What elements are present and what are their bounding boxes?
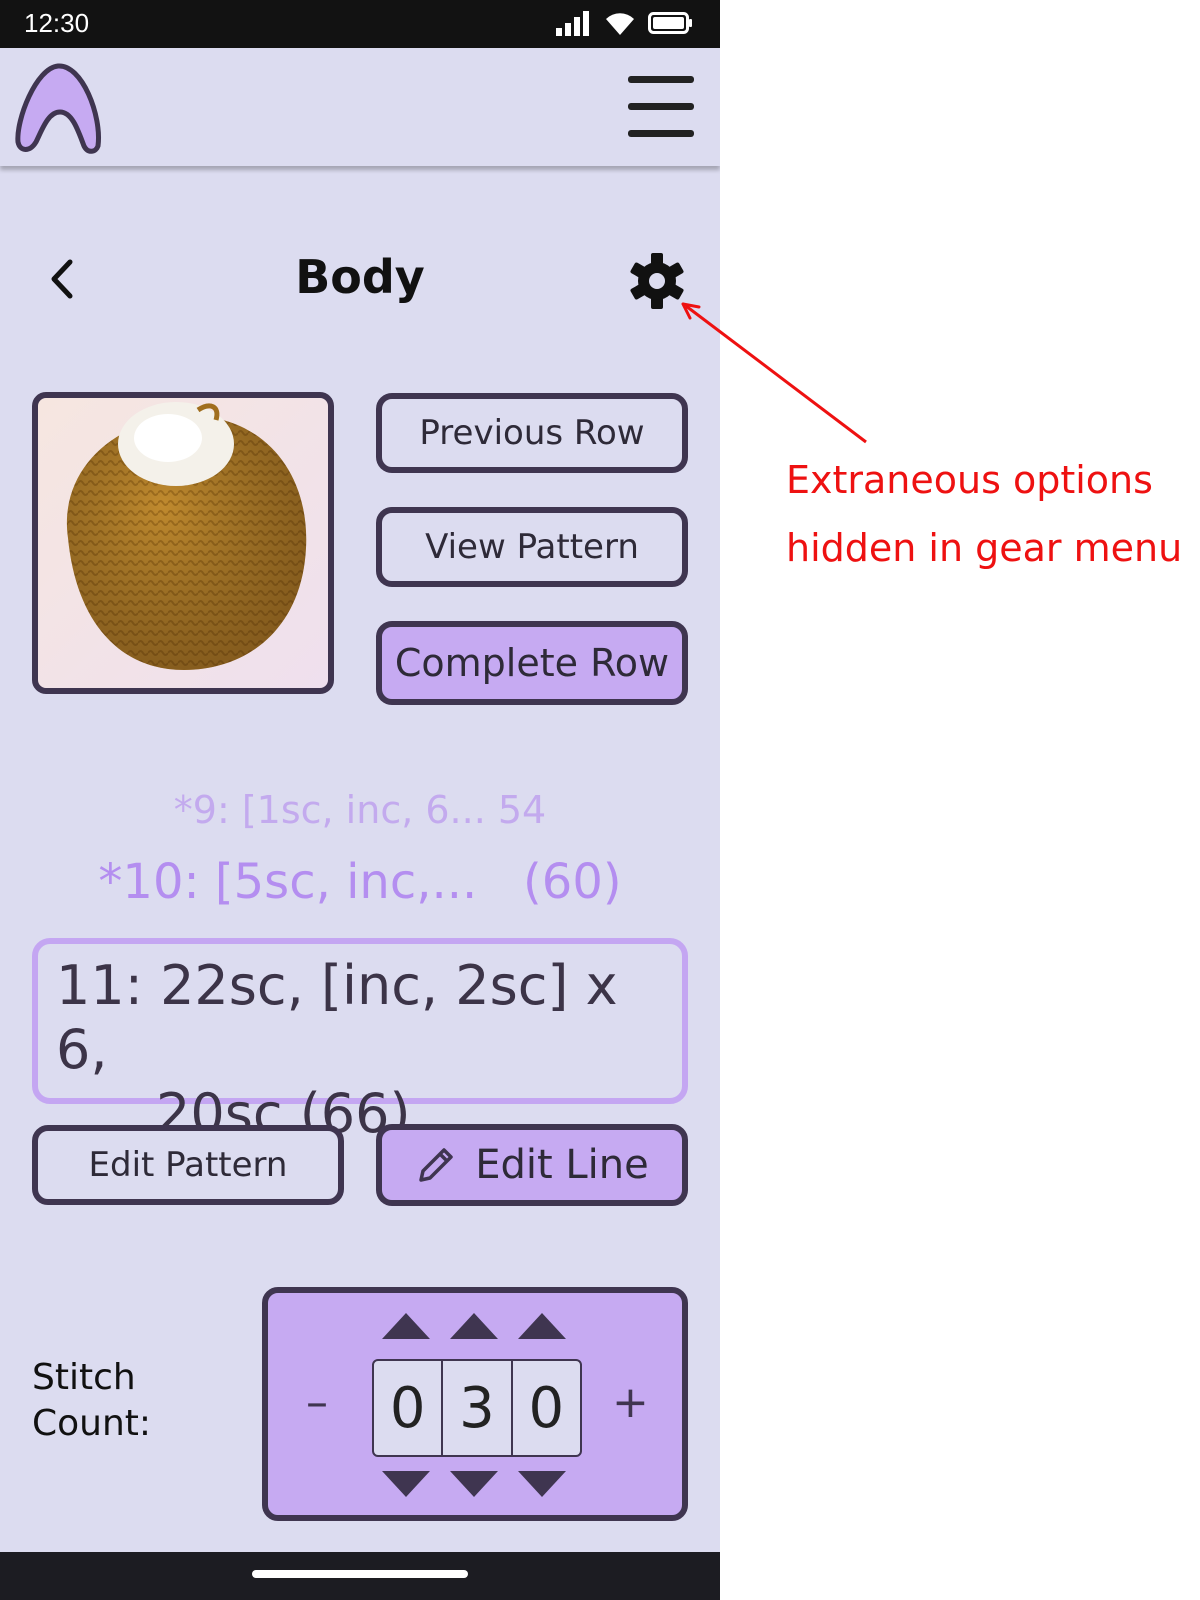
annotation-line-2: hidden in gear menu: [786, 526, 1183, 570]
annotation-line-1: Extraneous options: [786, 458, 1153, 502]
annotation-note: Extraneous options hidden in gear menu: [786, 446, 1182, 582]
annotation-arrow: [681, 302, 867, 444]
